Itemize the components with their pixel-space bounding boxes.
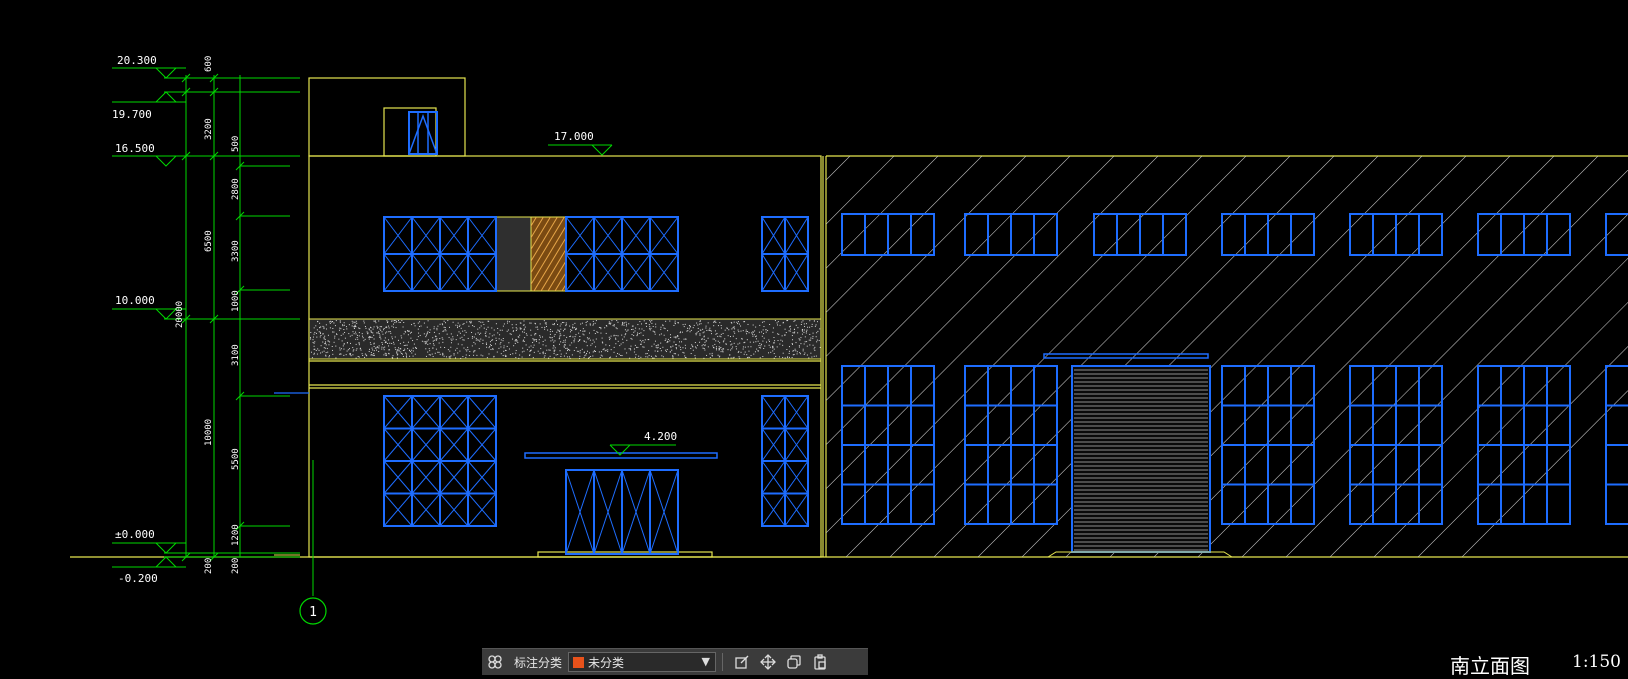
dim-3100: 3100 <box>231 344 241 366</box>
lower-window-5 <box>1477 365 1571 525</box>
upper-window-5 <box>1349 213 1443 256</box>
lower-window-4 <box>1349 365 1443 525</box>
right-building-windows <box>841 213 1628 525</box>
lower-window-3 <box>1221 365 1315 525</box>
grid-axis-label: 1 <box>309 605 317 620</box>
category-color-swatch <box>573 656 585 668</box>
lower-window-1 <box>841 365 935 525</box>
annotation-category-select[interactable]: 未分类 ▼ <box>568 652 717 672</box>
upper-window-7 <box>1605 213 1628 256</box>
dim-2800: 2800 <box>231 178 241 200</box>
dim-500: 500 <box>231 136 241 152</box>
upper-window-right <box>565 216 679 292</box>
entrance-door <box>565 469 679 555</box>
dim-200-outer: 200 <box>204 558 214 574</box>
toolbar-divider <box>722 653 724 671</box>
move-icon[interactable] <box>755 649 781 675</box>
elev-20300: 20.300 <box>117 54 157 67</box>
dimension-labels: 600 3200 500 2800 3300 1000 3100 5500 12… <box>175 56 241 574</box>
view-scale: 1:150 <box>1572 652 1621 672</box>
annotation-category-label: 标注分类 <box>514 655 563 670</box>
upper-window-4 <box>1221 213 1315 256</box>
dim-200-inner: 200 <box>231 558 241 574</box>
elevation-markers <box>112 67 631 568</box>
annotation-category-value: 未分类 <box>588 655 625 670</box>
elev-10000: 10.000 <box>115 294 155 307</box>
right-building-outline <box>822 155 1628 557</box>
dim-1200: 1200 <box>231 524 241 546</box>
upper-window-side <box>761 216 809 292</box>
lower-window-6 <box>1605 365 1628 525</box>
layout-icon[interactable] <box>482 649 508 675</box>
dim-20000: 20000 <box>175 301 185 328</box>
door-canopy <box>1043 353 1209 359</box>
chevron-down-icon: ▼ <box>701 655 711 668</box>
cad-model-space[interactable]: 20.300 19.700 16.500 17.000 10.000 4.200… <box>0 0 1628 674</box>
view-title: 南立面图 <box>1450 654 1530 678</box>
roof-stair-window <box>408 111 438 155</box>
edit-icon[interactable] <box>729 649 755 675</box>
stone-panel <box>495 216 532 292</box>
dim-3200: 3200 <box>204 118 214 140</box>
elev-19700: 19.700 <box>112 108 152 121</box>
lower-window-2 <box>964 365 1058 525</box>
upper-window-1 <box>841 213 935 256</box>
elev-0000: ±0.000 <box>115 528 155 541</box>
elev-17000: 17.000 <box>554 130 594 143</box>
lower-window-left <box>383 395 497 527</box>
upper-window-2 <box>964 213 1058 256</box>
dim-5500: 5500 <box>231 448 241 470</box>
upper-window-6 <box>1477 213 1571 256</box>
elev-minus-0200: -0.200 <box>118 572 158 585</box>
stucco-band <box>308 318 822 360</box>
dim-3300: 3300 <box>231 240 241 262</box>
dim-6500: 6500 <box>204 230 214 252</box>
upper-window-3 <box>1093 213 1187 256</box>
dim-600: 600 <box>204 56 214 72</box>
paste-icon[interactable] <box>807 649 833 675</box>
elev-4200: 4.200 <box>644 430 677 443</box>
elev-16500: 16.500 <box>115 142 155 155</box>
dim-10000: 10000 <box>204 419 214 446</box>
annotation-toolbar: 标注分类 未分类 ▼ <box>482 648 868 675</box>
upper-window-left <box>383 216 497 292</box>
lower-window-side <box>761 395 809 527</box>
dim-1000: 1000 <box>231 290 241 312</box>
copy-icon[interactable] <box>781 649 807 675</box>
